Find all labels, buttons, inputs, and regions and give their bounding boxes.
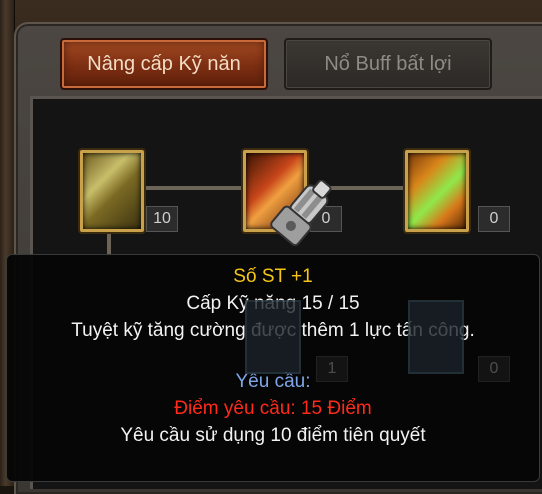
skill-level-badge: 0 xyxy=(478,356,510,382)
green-star-burst-icon[interactable] xyxy=(405,150,469,232)
skill-level-badge: 10 xyxy=(146,206,178,232)
locked-skill-icon xyxy=(408,300,464,374)
tooltip-prerequisite: Yêu cầu sử dụng 10 điểm tiên quyết xyxy=(120,425,426,446)
tab-skill-upgrade[interactable]: Nâng cấp Kỹ năn xyxy=(60,38,268,90)
tab-debuff-burst[interactable]: Nổ Buff bất lợi xyxy=(284,38,492,90)
tooltip-required-points: Điểm yêu cầu: 15 Điểm xyxy=(174,398,372,419)
skill-level-badge: 0 xyxy=(478,206,510,232)
gauntlet-cursor-icon xyxy=(270,180,332,247)
locked-skill-icon xyxy=(245,300,301,374)
golden-warrior-icon[interactable] xyxy=(80,150,144,232)
tooltip-title: Số ST +1 xyxy=(233,266,313,287)
skill-level-badge: 1 xyxy=(316,356,348,382)
tree-connector xyxy=(107,228,111,256)
tree-connector xyxy=(140,186,244,190)
